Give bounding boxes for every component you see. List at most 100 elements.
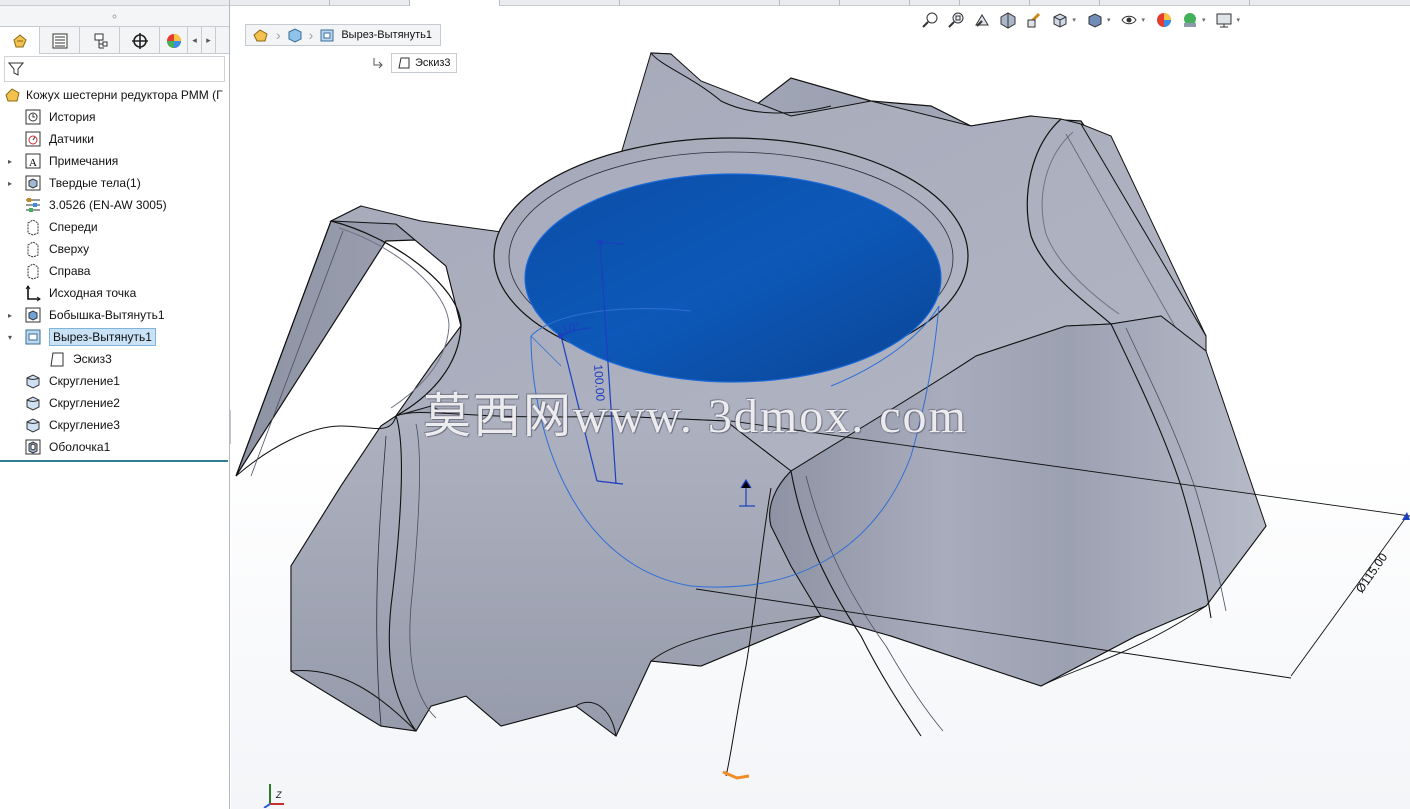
edit-appearance-icon <box>1156 13 1171 27</box>
tree-item-label: Вырез-Вытянуть1 <box>49 328 156 346</box>
tree-item[interactable]: История <box>0 106 229 128</box>
filter-icon <box>8 62 24 76</box>
tree-item[interactable]: ▾ Вырез-Вытянуть1 <box>0 326 229 348</box>
tree-item[interactable]: ▸ Твердые тела(1) <box>0 172 229 194</box>
tree-item[interactable]: Справа <box>0 260 229 282</box>
breadcrumb: › › Вырез-Вытянуть1 <box>245 24 441 46</box>
part-icon <box>5 88 20 102</box>
featuremanager-tab[interactable] <box>0 27 40 54</box>
zoom-to-fit-icon <box>922 12 938 28</box>
solid-bodies-icon <box>25 175 41 191</box>
body-icon[interactable] <box>287 27 303 43</box>
view-settings-button[interactable] <box>1213 9 1235 31</box>
triad-z-label: Z <box>276 790 282 800</box>
hide-show-button[interactable] <box>1118 9 1140 31</box>
fillet-icon <box>26 374 40 389</box>
graphics-area[interactable]: 莫西网www. 3dmox. com 10° 100.00 Ø115.00 › … <box>231 6 1410 809</box>
featuremanager-panel: ⸰ ◂ ▸ Кожух шестерни редуктора РММ (Г Ист… <box>0 6 230 809</box>
display-style-icon <box>1088 13 1102 28</box>
sensors-icon <box>25 131 41 147</box>
appearance-tab[interactable] <box>160 27 188 54</box>
panel-tabs: ◂ ▸ <box>0 26 229 54</box>
tree-item-label: Справа <box>49 264 91 278</box>
tree-item[interactable]: Исходная точка <box>0 282 229 304</box>
tree-item[interactable]: Скругление2 <box>0 392 229 414</box>
cut-extrude-icon[interactable] <box>319 27 335 43</box>
dimxpert-icon <box>131 32 148 49</box>
view-orientation-button[interactable] <box>1049 9 1071 31</box>
annotations-icon: A <box>25 153 41 169</box>
expand-arrow-icon[interactable]: ▸ <box>8 311 16 320</box>
zoom-to-fit-button[interactable] <box>919 9 941 31</box>
tabs-scroll-right[interactable]: ▸ <box>202 27 216 54</box>
view-settings-icon <box>1216 13 1232 28</box>
breadcrumb-sketch-row: Эскиз3 <box>371 53 457 73</box>
tree-filter-field[interactable] <box>4 56 225 82</box>
apply-scene-icon <box>1183 13 1196 27</box>
dynamic-annotation-button[interactable] <box>1023 9 1045 31</box>
tree-rollback-bar[interactable] <box>0 460 228 462</box>
tree-item-label: Эскиз3 <box>73 352 112 366</box>
edit-appearance-button[interactable] <box>1153 9 1175 31</box>
previous-view-icon <box>975 14 990 27</box>
propertymanager-tab[interactable] <box>40 27 80 54</box>
origin-icon <box>25 285 41 302</box>
section-view-icon <box>1000 12 1016 29</box>
configurationmanager-icon <box>94 33 107 48</box>
dimxpert-tab[interactable] <box>120 27 160 54</box>
tree-item-label: История <box>49 110 96 124</box>
display-style-button[interactable] <box>1084 9 1106 31</box>
boss-extrude-icon <box>25 307 41 323</box>
expand-arrow-icon[interactable]: ▸ <box>8 179 16 188</box>
section-view-button[interactable] <box>997 9 1019 31</box>
shell-icon <box>25 439 41 455</box>
previous-view-button[interactable] <box>971 9 993 31</box>
fillet-icon <box>26 396 40 411</box>
breadcrumb-feature-label[interactable]: Вырез-Вытянуть1 <box>341 29 432 41</box>
tree-item[interactable]: Сверху <box>0 238 229 260</box>
plane-icon <box>27 241 39 258</box>
depth-dimension-label[interactable]: 100.00 <box>591 364 608 402</box>
part-icon[interactable] <box>252 27 270 43</box>
view-orientation-icon <box>1053 13 1067 28</box>
expand-arrow-icon[interactable]: ▸ <box>8 157 16 166</box>
tree-item[interactable]: Эскиз3 <box>0 348 229 370</box>
tree-item-label: Бобышка-Вытянуть1 <box>49 308 165 322</box>
fillet-icon <box>26 418 40 433</box>
svg-text:A: A <box>29 157 37 169</box>
appearance-icon <box>166 33 181 48</box>
history-icon <box>25 109 41 125</box>
watermark-text: 莫西网www. 3dmox. com <box>423 390 968 443</box>
tree-item[interactable]: Оболочка1 <box>0 436 229 458</box>
apply-scene-button[interactable] <box>1179 9 1201 31</box>
feature-tree: Кожух шестерни редуктора РММ (Г История Да… <box>0 84 229 462</box>
breadcrumb-sketch-label: Эскиз3 <box>415 57 451 69</box>
tree-item[interactable]: 3.0526 (EN-AW 3005) <box>0 194 229 216</box>
reference-triad: Z <box>260 778 290 809</box>
plane-icon <box>27 219 39 236</box>
tree-item[interactable]: Скругление3 <box>0 414 229 436</box>
tree-item-label: Примечания <box>49 154 119 168</box>
hide-show-icon <box>1121 15 1138 25</box>
tree-item-label: 3.0526 (EN-AW 3005) <box>49 198 167 212</box>
tree-item-label: Скругление3 <box>49 418 120 432</box>
grip-dot-icon: ⸰ <box>111 12 118 23</box>
tree-item[interactable]: Скругление1 <box>0 370 229 392</box>
tree-item[interactable]: ▸ A Примечания <box>0 150 229 172</box>
panel-resize-grip[interactable]: ⸰ <box>0 6 229 26</box>
dynamic-annotation-icon <box>1027 12 1041 28</box>
tree-item-label: Оболочка1 <box>49 440 111 454</box>
tree-item-label: Датчики <box>49 132 94 146</box>
tree-item[interactable]: Спереди <box>0 216 229 238</box>
configurationmanager-tab[interactable] <box>80 27 120 54</box>
sketch-icon <box>398 57 410 69</box>
tree-root-item[interactable]: Кожух шестерни редуктора РММ (Г <box>0 84 229 106</box>
collapse-arrow-icon[interactable]: ▾ <box>8 333 16 342</box>
tree-item[interactable]: Датчики <box>0 128 229 150</box>
breadcrumb-sketch[interactable]: Эскиз3 <box>391 53 457 73</box>
tree-item[interactable]: ▸ Бобышка-Вытянуть1 <box>0 304 229 326</box>
plane-icon <box>27 263 39 280</box>
heads-up-view-toolbar: ▾ ▾ ▾ ▾ ▾ <box>919 9 1244 31</box>
zoom-to-area-button[interactable] <box>945 9 967 31</box>
tabs-scroll-left[interactable]: ◂ <box>188 27 202 54</box>
